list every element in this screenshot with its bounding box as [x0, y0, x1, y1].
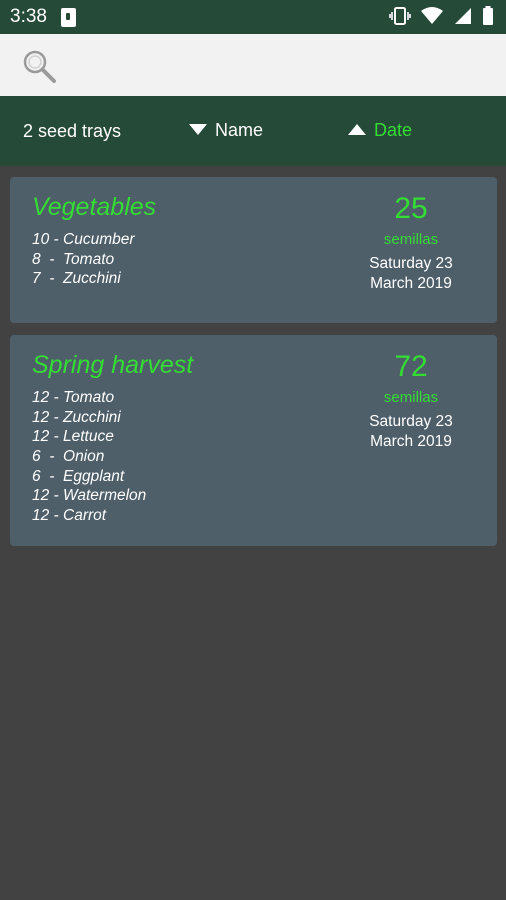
- notification-icon: [61, 8, 76, 27]
- status-bar: 3:38: [0, 0, 506, 34]
- sort-by-name-button[interactable]: Name: [189, 120, 263, 141]
- seed-item: 6 - Eggplant: [32, 467, 125, 485]
- seed-count: 25: [394, 192, 428, 225]
- tray-count-label: 2 seed trays: [23, 121, 122, 141]
- seed-unit: semillas: [383, 231, 439, 248]
- battery-icon: [483, 6, 493, 25]
- seed-tray-card[interactable]: Vegetables 10 - Cucumber 8 - Tomato 7 - …: [10, 177, 497, 323]
- seed-count: 72: [394, 350, 428, 383]
- signal-icon: [454, 8, 471, 24]
- vibrate-icon: [388, 7, 411, 25]
- tray-summary: 25 semillas Saturday 23 March 2019: [351, 191, 471, 294]
- tray-date: Saturday 23 March 2019: [351, 254, 471, 294]
- sort-date-label: Date: [374, 120, 413, 140]
- wifi-icon: [421, 7, 444, 24]
- tray-summary: 72 semillas Saturday 23 March 2019: [351, 349, 471, 452]
- seed-item: 8 - Tomato: [32, 250, 115, 268]
- sort-descending-icon: [189, 123, 207, 135]
- tray-title: Vegetables: [32, 193, 157, 221]
- seed-item: 12 - Tomato: [32, 389, 115, 406]
- seed-item: 6 - Onion: [32, 448, 105, 466]
- seed-item: 7 - Zucchini: [32, 270, 121, 288]
- tray-title: Spring harvest: [32, 351, 194, 379]
- status-icons: [383, 6, 494, 28]
- status-time: 3:38: [10, 6, 47, 27]
- tray-date-line1: Saturday 23: [369, 255, 453, 272]
- search-input[interactable]: [70, 46, 490, 84]
- sort-ascending-icon: [348, 123, 366, 135]
- tray-date-line2: March 2019: [370, 433, 452, 450]
- sort-name-label: Name: [215, 120, 264, 140]
- seed-item: 10 - Cucumber: [32, 231, 135, 248]
- seed-item: 12 - Zucchini: [32, 408, 121, 426]
- search-bar: [0, 34, 506, 96]
- tray-date-line1: Saturday 23: [369, 413, 453, 430]
- tray-date-line2: March 2019: [370, 275, 452, 292]
- sort-by-date-button[interactable]: Date: [348, 120, 412, 141]
- seed-item: 12 - Watermelon: [32, 487, 147, 505]
- tray-date: Saturday 23 March 2019: [351, 412, 471, 452]
- seed-tray-card[interactable]: Spring harvest 12 - Tomato 12 - Zucchini…: [10, 335, 497, 546]
- sort-bar: 2 seed trays Name Date: [0, 96, 506, 166]
- search-icon[interactable]: [21, 48, 57, 89]
- seed-item: 12 - Lettuce: [32, 428, 114, 446]
- seed-item: 12 - Carrot: [32, 507, 107, 525]
- seed-unit: semillas: [383, 389, 439, 406]
- seed-list: 12 - Tomato 12 - Zucchini 12 - Lettuce 6…: [32, 388, 146, 526]
- seed-list: 10 - Cucumber 8 - Tomato 7 - Zucchini: [32, 230, 135, 289]
